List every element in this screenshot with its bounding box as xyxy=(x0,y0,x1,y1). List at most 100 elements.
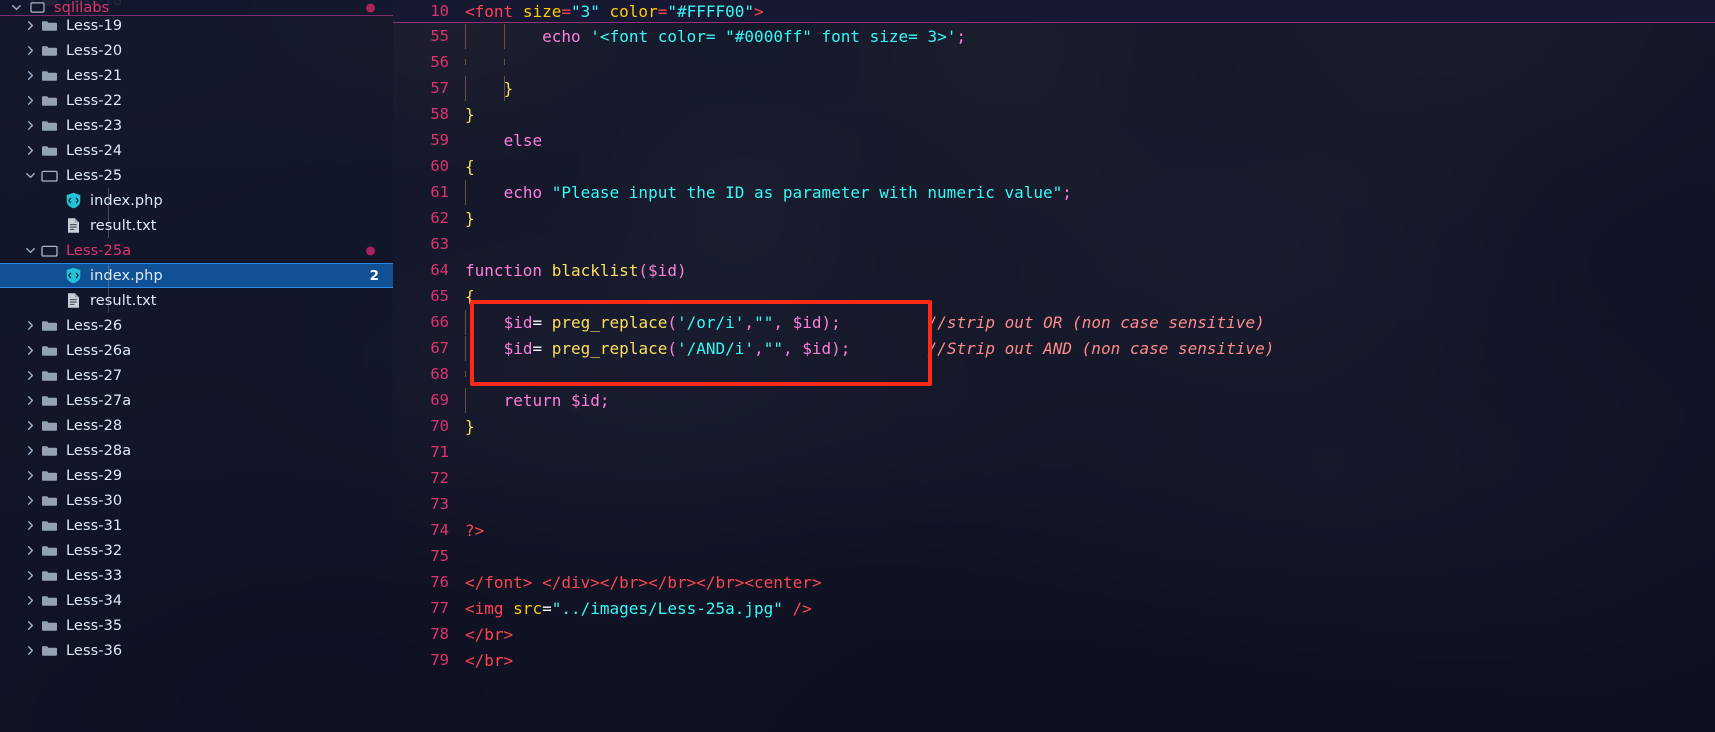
code-line-74[interactable]: 74 ?> xyxy=(393,517,1715,543)
sticky-scroll-line[interactable]: 10 <font size="3" color="#FFFF00"> xyxy=(393,0,1715,23)
tree-folder-less-22[interactable]: Less-22 xyxy=(0,88,393,113)
code-line-56[interactable]: 56 xyxy=(393,49,1715,75)
chevron-right-icon[interactable] xyxy=(22,17,39,34)
tree-folder-less-28[interactable]: Less-28 xyxy=(0,413,393,438)
chevron-right-icon[interactable] xyxy=(22,417,39,434)
code-lines-container[interactable]: 55 echo '<font color= "#0000ff" font siz… xyxy=(393,23,1715,732)
code-line-61[interactable]: 61 echo "Please input the ID as paramete… xyxy=(393,179,1715,205)
chevron-right-icon[interactable] xyxy=(22,392,39,409)
tree-folder-less-25a[interactable]: Less-25a xyxy=(0,238,393,263)
text-file-icon xyxy=(63,292,83,310)
chevron-right-icon[interactable] xyxy=(22,367,39,384)
folder-icon xyxy=(39,367,59,385)
tree-folder-less-30[interactable]: Less-30 xyxy=(0,488,393,513)
chevron-right-icon[interactable] xyxy=(22,42,39,59)
tree-folder-less-33[interactable]: Less-33 xyxy=(0,563,393,588)
code-line-70[interactable]: 70} xyxy=(393,413,1715,439)
modified-dot-badge xyxy=(366,246,375,255)
code-line-58[interactable]: 58} xyxy=(393,101,1715,127)
tree-item-label: Less-23 xyxy=(66,117,123,134)
root-modified-dot xyxy=(366,3,375,12)
tree-folder-less-31[interactable]: Less-31 xyxy=(0,513,393,538)
code-line-69[interactable]: 69 return $id; xyxy=(393,387,1715,413)
line-number: 56 xyxy=(430,53,449,71)
file-explorer-sidebar[interactable]: sqlilabs Less-18Less-19Less-20Less-21Les… xyxy=(0,0,393,732)
code-line-64[interactable]: 64 function blacklist($id) xyxy=(393,257,1715,283)
chevron-right-icon[interactable] xyxy=(22,117,39,134)
code-line-57[interactable]: 57 } xyxy=(393,75,1715,101)
explorer-sticky-root-row[interactable]: sqlilabs xyxy=(0,0,393,16)
tree-folder-less-19[interactable]: Less-19 xyxy=(0,13,393,38)
code-line-67[interactable]: 67 $id= preg_replace('/AND/i',"", $id); … xyxy=(393,335,1715,361)
tree-folder-less-26a[interactable]: Less-26a xyxy=(0,338,393,363)
code-line-73[interactable]: 73 xyxy=(393,491,1715,517)
code-line-79[interactable]: 79 </br> xyxy=(393,647,1715,673)
folder-icon xyxy=(39,617,59,635)
tree-file-result-txt[interactable]: result.txt xyxy=(0,288,393,313)
code-line-75[interactable]: 75 xyxy=(393,543,1715,569)
tree-file-result-txt[interactable]: result.txt xyxy=(0,213,393,238)
line-number: 69 xyxy=(430,391,449,409)
code-line-77[interactable]: 77 <img src="../images/Less-25a.jpg" /> xyxy=(393,595,1715,621)
chevron-down-icon[interactable] xyxy=(22,167,39,184)
tree-file-index-php[interactable]: index.php 2 xyxy=(0,263,393,288)
folder-open-icon xyxy=(39,242,59,260)
chevron-right-icon[interactable] xyxy=(22,592,39,609)
file-tree[interactable]: Less-18Less-19Less-20Less-21Less-22Less-… xyxy=(0,0,393,732)
code-line-78[interactable]: 78 </br> xyxy=(393,621,1715,647)
line-number: 79 xyxy=(430,651,449,669)
code-line-66[interactable]: 66 $id= preg_replace('/or/i',"", $id); /… xyxy=(393,309,1715,335)
chevron-right-icon[interactable] xyxy=(22,617,39,634)
tree-folder-less-25[interactable]: Less-25 xyxy=(0,163,393,188)
code-line-68[interactable]: 68 xyxy=(393,361,1715,387)
tree-folder-less-27[interactable]: Less-27 xyxy=(0,363,393,388)
tree-item-label: Less-26 xyxy=(66,317,123,334)
code-line-60[interactable]: 60 { xyxy=(393,153,1715,179)
code-line-71[interactable]: 71 xyxy=(393,439,1715,465)
tree-folder-less-29[interactable]: Less-29 xyxy=(0,463,393,488)
line-content: } xyxy=(465,75,1715,101)
tree-folder-less-20[interactable]: Less-20 xyxy=(0,38,393,63)
chevron-down-icon[interactable] xyxy=(8,0,25,15)
chevron-right-icon[interactable] xyxy=(22,442,39,459)
tree-folder-less-36[interactable]: Less-36 xyxy=(0,638,393,663)
chevron-down-icon[interactable] xyxy=(22,242,39,259)
chevron-right-icon[interactable] xyxy=(22,542,39,559)
tree-folder-less-27a[interactable]: Less-27a xyxy=(0,388,393,413)
chevron-right-icon[interactable] xyxy=(22,142,39,159)
code-editor[interactable]: 10 <font size="3" color="#FFFF00"> 55 ec… xyxy=(393,0,1715,732)
tree-file-index-php[interactable]: index.php xyxy=(0,188,393,213)
code-line-72[interactable]: 72 xyxy=(393,465,1715,491)
tree-item-label: index.php xyxy=(90,267,163,284)
tree-item-label: Less-31 xyxy=(66,517,123,534)
chevron-right-icon[interactable] xyxy=(22,517,39,534)
code-line-59[interactable]: 59 else xyxy=(393,127,1715,153)
tree-item-label: Less-30 xyxy=(66,492,123,509)
line-content: </br> xyxy=(465,650,514,670)
chevron-right-icon[interactable] xyxy=(22,342,39,359)
chevron-right-icon[interactable] xyxy=(22,92,39,109)
tree-folder-less-34[interactable]: Less-34 xyxy=(0,588,393,613)
chevron-right-icon[interactable] xyxy=(22,567,39,584)
chevron-right-icon[interactable] xyxy=(22,317,39,334)
chevron-right-icon[interactable] xyxy=(22,67,39,84)
tree-folder-less-24[interactable]: Less-24 xyxy=(0,138,393,163)
tree-folder-less-32[interactable]: Less-32 xyxy=(0,538,393,563)
chevron-right-icon[interactable] xyxy=(22,642,39,659)
tree-item-label: Less-36 xyxy=(66,642,123,659)
line-number: 62 xyxy=(430,209,449,227)
line-number: 58 xyxy=(430,105,449,123)
tree-folder-less-23[interactable]: Less-23 xyxy=(0,113,393,138)
tree-folder-less-21[interactable]: Less-21 xyxy=(0,63,393,88)
code-line-63[interactable]: 63 xyxy=(393,231,1715,257)
code-line-65[interactable]: 65 { xyxy=(393,283,1715,309)
code-line-55[interactable]: 55 echo '<font color= "#0000ff" font siz… xyxy=(393,23,1715,49)
tree-folder-less-35[interactable]: Less-35 xyxy=(0,613,393,638)
code-line-76[interactable]: 76 </font> </div></br></br></br><center> xyxy=(393,569,1715,595)
code-line-62[interactable]: 62} xyxy=(393,205,1715,231)
chevron-right-icon[interactable] xyxy=(22,492,39,509)
tree-folder-less-26[interactable]: Less-26 xyxy=(0,313,393,338)
chevron-right-icon[interactable] xyxy=(22,467,39,484)
tree-folder-less-28a[interactable]: Less-28a xyxy=(0,438,393,463)
line-number: 55 xyxy=(430,27,449,45)
